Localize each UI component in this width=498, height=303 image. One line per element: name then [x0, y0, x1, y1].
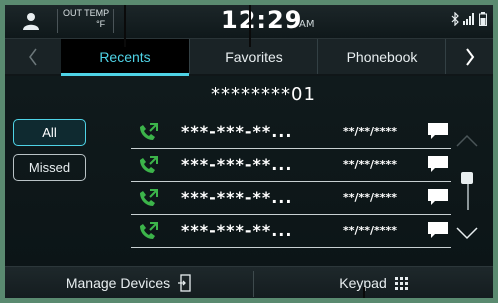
tab-label: Phonebook [346, 48, 418, 65]
call-date: **/**/**** [343, 191, 398, 204]
battery-icon [479, 12, 487, 26]
call-date: **/**/**** [343, 125, 398, 138]
outgoing-call-icon [140, 189, 158, 206]
out-temp: OUT TEMP °F [63, 8, 109, 30]
message-icon[interactable] [427, 155, 449, 173]
call-date: **/**/**** [343, 158, 398, 171]
tab-next-button[interactable] [445, 39, 493, 74]
manage-devices-label: Manage Devices [65, 275, 171, 291]
tab-prev-button[interactable] [5, 39, 61, 74]
message-icon[interactable] [427, 188, 449, 206]
call-number: ***-***-**... [181, 221, 293, 240]
call-row[interactable]: ***-***-**... **/**/**** [131, 182, 451, 215]
bottom-bar: Manage Devices Keypad [5, 266, 493, 298]
outgoing-call-icon [140, 123, 158, 140]
call-row[interactable]: ***-***-**... **/**/**** [131, 215, 451, 248]
message-icon[interactable] [427, 221, 449, 239]
person-icon[interactable] [11, 9, 51, 33]
filter-label: All [42, 125, 57, 140]
message-icon[interactable] [427, 122, 449, 140]
filter-all-button[interactable]: All [13, 119, 86, 146]
tab-label: Favorites [225, 48, 283, 65]
chevron-right-icon [466, 47, 475, 66]
outgoing-call-icon [140, 222, 158, 239]
filter-label: Missed [28, 160, 71, 175]
annotation-line [124, 5, 126, 47]
scrollbar-thumb[interactable] [461, 172, 473, 184]
annotation-line [363, 287, 365, 298]
call-date: **/**/**** [343, 224, 398, 237]
bluetooth-icon [451, 12, 459, 26]
filter-missed-button[interactable]: Missed [13, 154, 86, 181]
recents-panel: ********01 All Missed ***-***-**... **/*… [5, 76, 493, 266]
scroll-up-chevron-icon[interactable] [455, 134, 479, 148]
tab-label: Recents [99, 48, 151, 65]
status-separator [113, 9, 114, 33]
call-number: ***-***-**... [181, 122, 293, 141]
call-number: ***-***-**... [181, 188, 293, 207]
keypad-button[interactable]: Keypad [254, 267, 493, 298]
outgoing-call-icon [140, 156, 158, 173]
tab-phonebook[interactable]: Phonebook [317, 39, 446, 74]
device-connect-icon [178, 274, 191, 292]
call-number: ***-***-**... [181, 155, 293, 174]
out-temp-label: OUT TEMP [63, 8, 110, 18]
keypad-grid-icon [394, 276, 408, 290]
status-icons [451, 12, 487, 26]
scroll-down-chevron-icon[interactable] [455, 226, 479, 240]
signal-icon [463, 13, 474, 25]
contact-number: ********01 [211, 84, 316, 105]
tab-favorites[interactable]: Favorites [189, 39, 318, 74]
call-row[interactable]: ***-***-**... **/**/**** [131, 149, 451, 182]
device-frame: OUT TEMP °F 12:29 AM Recents Favorites P… [0, 0, 498, 303]
chevron-left-icon [29, 48, 37, 65]
clock: 12:29 [221, 6, 303, 34]
status-separator [57, 9, 58, 33]
screen: OUT TEMP °F 12:29 AM Recents Favorites P… [5, 5, 493, 298]
clock-ampm: AM [299, 19, 315, 30]
manage-devices-button[interactable]: Manage Devices [5, 267, 253, 298]
annotation-line [249, 5, 251, 47]
call-row[interactable]: ***-***-**... **/**/**** [131, 116, 451, 149]
out-temp-unit: °F [96, 19, 106, 29]
